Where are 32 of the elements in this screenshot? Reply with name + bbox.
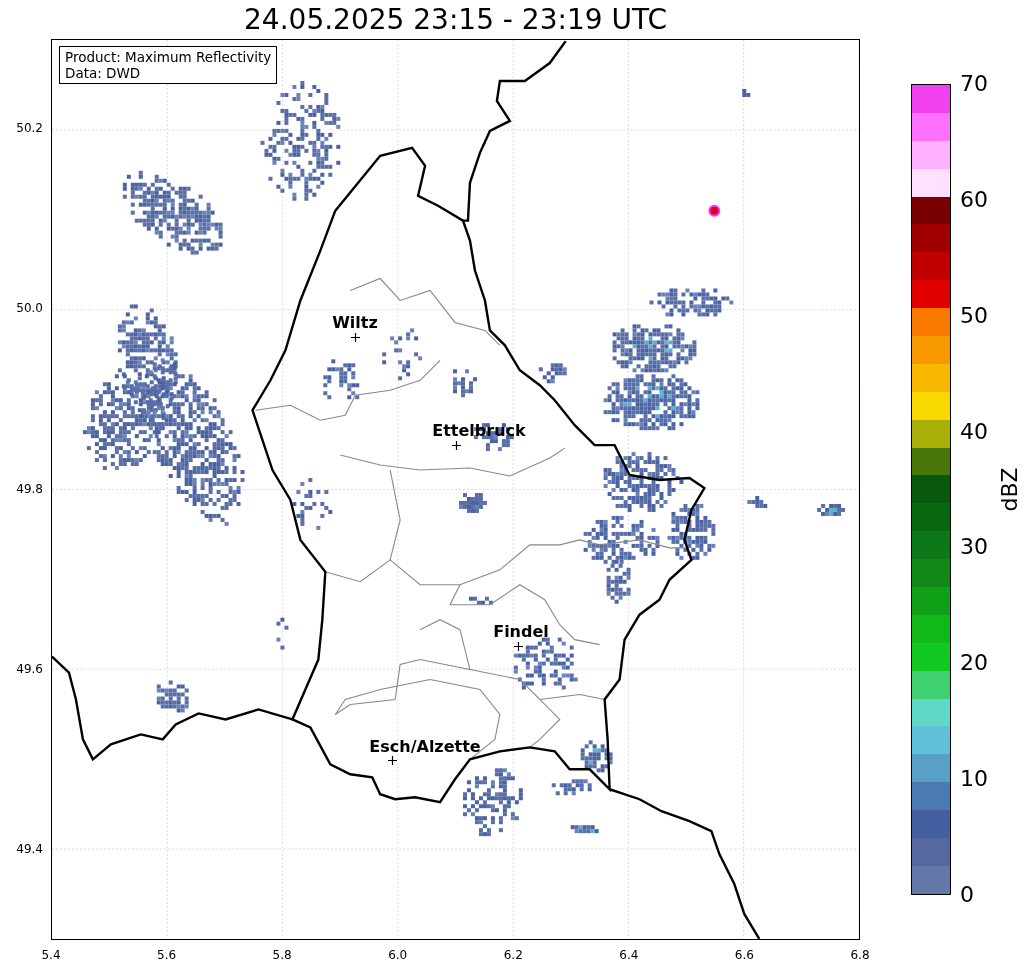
- colorbar-tick-label: 70: [960, 73, 988, 95]
- plus-marker-icon: [452, 441, 461, 450]
- axis-tick-label: 6.4: [619, 948, 639, 962]
- axis-tick-label: 6.6: [734, 948, 754, 962]
- colorbar-tick-label: 0: [960, 884, 974, 906]
- colorbar-tick-label: 60: [960, 188, 988, 211]
- place-label: Findel: [493, 622, 549, 641]
- axis-tick-label: 50.2: [16, 121, 43, 136]
- axis-tick-label: 50.0: [16, 301, 43, 316]
- axis-tick-label: 6.0: [388, 948, 408, 962]
- axis-tick-label: 49.4: [16, 841, 43, 856]
- place-label: Esch/Alzette: [369, 737, 481, 756]
- axis-tick-label: 5.6: [157, 948, 177, 962]
- chart-title: 24.05.2025 23:15 - 23:19 UTC: [244, 3, 667, 36]
- colorbar-tick-label: 40: [960, 420, 988, 443]
- colorbar-tick-label: 30: [960, 536, 988, 559]
- axis-tick-label: 49.8: [16, 481, 43, 496]
- plus-marker-icon: [351, 333, 360, 342]
- info-line: Product: Maximum Reflectivity: [65, 49, 272, 65]
- axis-tick-label: 5.4: [41, 948, 61, 962]
- axis-tick-label: 5.8: [272, 948, 292, 962]
- axis-tick-label: 6.8: [850, 948, 870, 962]
- colorbar-tick-label: 10: [960, 768, 988, 791]
- plus-marker-icon: [388, 756, 397, 765]
- info-line: Data: DWD: [65, 65, 142, 81]
- axis-tick-label: 49.6: [16, 661, 43, 676]
- colorbar-tick-label: 20: [960, 652, 988, 675]
- colorbar-label: dBZ: [996, 467, 1022, 512]
- colorbar-tick-label: 50: [960, 304, 988, 327]
- plus-marker-icon: [514, 642, 523, 651]
- axis-tick-label: 6.2: [503, 948, 523, 962]
- place-label: Wiltz: [332, 313, 378, 332]
